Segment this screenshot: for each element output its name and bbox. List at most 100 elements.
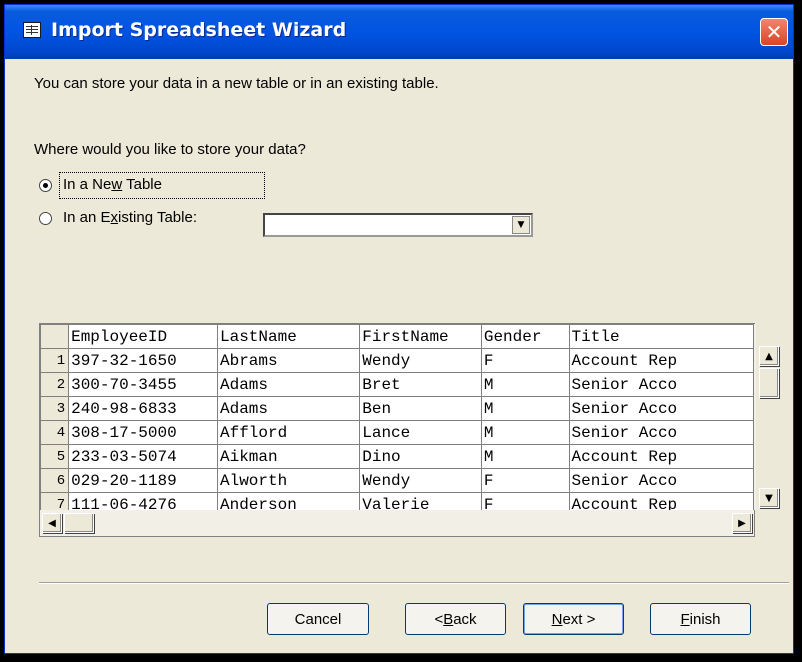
access-key: F: [680, 610, 690, 628]
label-part: isting Table:: [118, 209, 197, 226]
access-key: N: [551, 610, 563, 628]
column-header[interactable]: LastName: [216, 324, 361, 349]
scroll-left-button[interactable]: ◀: [42, 513, 62, 533]
question-text: Where would you like to store your data?: [34, 141, 306, 158]
table-cell: M: [480, 396, 570, 421]
table-cell: 397-32-1650: [68, 348, 218, 373]
separator: [39, 582, 789, 584]
table-row: 4 308-17-5000 Afflord Lance M Senior Acco: [40, 420, 754, 445]
table-cell: Wendy: [359, 468, 482, 493]
column-header[interactable]: Title: [568, 324, 754, 349]
row-number: 6: [40, 468, 70, 493]
close-button[interactable]: ✕: [760, 18, 788, 46]
table-cell: Account Rep: [568, 444, 754, 469]
finish-button[interactable]: Finish: [650, 603, 751, 635]
table-row: 5 233-03-5074 Aikman Dino M Account Rep: [40, 444, 754, 469]
intro-text: You can store your data in a new table o…: [34, 75, 439, 92]
table-cell: Bret: [359, 372, 482, 397]
table-row: 1 397-32-1650 Abrams Wendy F Account Rep: [40, 348, 754, 373]
scroll-down-button[interactable]: ▼: [759, 488, 779, 508]
chevron-down-icon: ▼: [517, 220, 525, 230]
existing-table-label[interactable]: In an Existing Table:: [63, 209, 197, 226]
table-cell: F: [480, 348, 570, 373]
table-cell: Afflord: [216, 420, 361, 445]
access-key: w: [111, 176, 123, 193]
table-cell: Lance: [359, 420, 482, 445]
access-key: x: [110, 209, 119, 226]
label-part: inish: [689, 610, 721, 628]
arrow-right-icon: ▶: [738, 517, 746, 529]
table-cell: 029-20-1189: [68, 468, 218, 493]
table-cell: Alworth: [216, 468, 361, 493]
table-cell: Senior Acco: [568, 420, 754, 445]
title-bar[interactable]: Import Spreadsheet Wizard ✕: [5, 5, 793, 59]
vertical-scroll-thumb[interactable]: [759, 368, 779, 398]
row-number: 3: [40, 396, 70, 421]
cancel-label: Cancel: [294, 610, 342, 628]
corner-cell: [40, 324, 70, 349]
access-key: B: [443, 610, 454, 628]
table-icon: [23, 22, 41, 38]
label-part: ext >: [562, 610, 596, 628]
label-part: In a Ne: [63, 176, 112, 193]
table-cell: Senior Acco: [568, 396, 754, 421]
row-number: 5: [40, 444, 70, 469]
table-cell: Senior Acco: [568, 372, 754, 397]
existing-table-radio[interactable]: [39, 212, 52, 225]
table-cell: Abrams: [216, 348, 361, 373]
row-number: 7: [40, 492, 70, 510]
next-button[interactable]: Next >: [523, 603, 624, 635]
grid-area: EmployeeID LastName FirstName Gender Tit…: [40, 324, 754, 510]
scroll-up-button[interactable]: ▲: [759, 346, 779, 366]
column-header[interactable]: Gender: [480, 324, 570, 349]
table-cell: Adams: [216, 372, 361, 397]
label-part: Table: [122, 176, 162, 193]
horizontal-scroll-thumb[interactable]: [64, 513, 94, 533]
table-cell: 240-98-6833: [68, 396, 218, 421]
new-table-label[interactable]: In a New Table: [63, 176, 162, 193]
header-row: EmployeeID LastName FirstName Gender Tit…: [40, 324, 754, 349]
scroll-right-button[interactable]: ▶: [732, 513, 752, 533]
table-cell: 233-03-5074: [68, 444, 218, 469]
table-cell: Adams: [216, 396, 361, 421]
row-number: 4: [40, 420, 70, 445]
table-row: 2 300-70-3455 Adams Bret M Senior Acco: [40, 372, 754, 397]
table-cell: Senior Acco: [568, 468, 754, 493]
table-row: 6 029-20-1189 Alworth Wendy F Senior Acco: [40, 468, 754, 493]
import-wizard-window: Import Spreadsheet Wizard ✕ You can stor…: [4, 4, 794, 654]
table-cell: 308-17-5000: [68, 420, 218, 445]
table-cell: F: [480, 492, 570, 510]
arrow-left-icon: ◀: [48, 517, 56, 529]
window-title: Import Spreadsheet Wizard: [51, 19, 347, 41]
table-cell: Wendy: [359, 348, 482, 373]
table-cell: Account Rep: [568, 348, 754, 373]
close-icon: ✕: [765, 20, 783, 44]
column-header[interactable]: EmployeeID: [68, 324, 218, 349]
horizontal-scrollbar[interactable]: ◀ ▶: [40, 510, 754, 536]
data-preview-grid: EmployeeID LastName FirstName Gender Tit…: [39, 323, 779, 537]
table-cell: Account Rep: [568, 492, 754, 510]
new-table-radio[interactable]: [39, 179, 52, 192]
label-part: ack: [453, 610, 477, 628]
cancel-button[interactable]: Cancel: [267, 603, 369, 635]
table-cell: M: [480, 420, 570, 445]
arrow-down-icon: ▼: [765, 492, 773, 504]
dropdown-button[interactable]: ▼: [512, 216, 530, 234]
table-row: 7 111-06-4276 Anderson Valerie F Account Rep: [40, 492, 754, 510]
label-part: <: [434, 610, 444, 628]
table-cell: F: [480, 468, 570, 493]
table-cell: Ben: [359, 396, 482, 421]
table-cell: Anderson: [216, 492, 361, 510]
column-header[interactable]: FirstName: [359, 324, 482, 349]
table-cell: 111-06-4276: [68, 492, 218, 510]
table-row: 3 240-98-6833 Adams Ben M Senior Acco: [40, 396, 754, 421]
scroll-gap: [754, 324, 756, 510]
row-number: 1: [40, 348, 70, 373]
arrow-up-icon: ▲: [765, 350, 773, 362]
back-button[interactable]: < Back: [405, 603, 506, 635]
existing-table-select[interactable]: ▼: [263, 213, 533, 237]
table-cell: Dino: [359, 444, 482, 469]
preview-table: EmployeeID LastName FirstName Gender Tit…: [40, 324, 754, 510]
table-cell: M: [480, 372, 570, 397]
row-number: 2: [40, 372, 70, 397]
